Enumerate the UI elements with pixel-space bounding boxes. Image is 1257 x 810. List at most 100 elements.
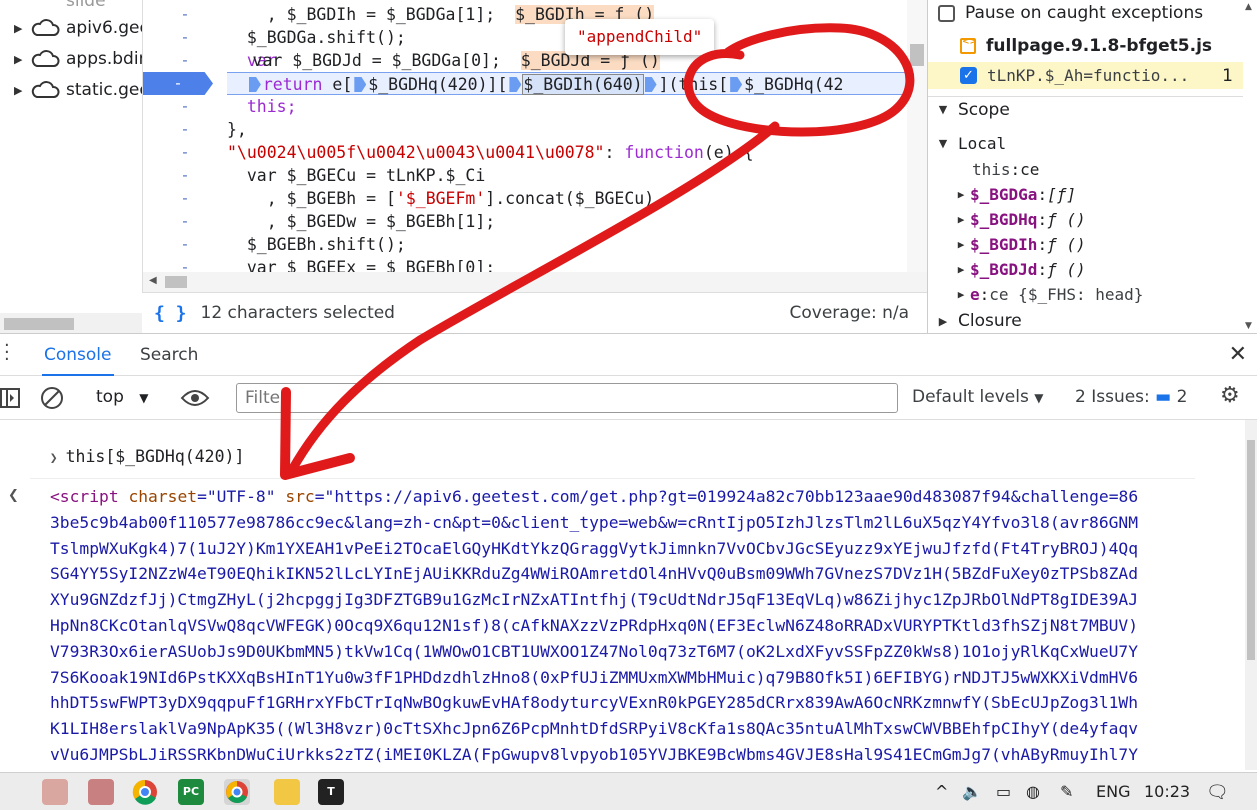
filter-input[interactable]	[236, 383, 898, 413]
scope-var[interactable]: ▶ $_BGDHq: ƒ ()	[928, 206, 1243, 232]
step-marker-icon	[509, 77, 522, 92]
tree-item-apps[interactable]: ▶ apps.bdir	[14, 46, 142, 72]
issues-button[interactable]: 2 Issues: ▬ 2	[1075, 387, 1187, 407]
line-gutter[interactable]: - - - - - - - - - - - -	[143, 0, 227, 276]
script-file-icon	[960, 37, 977, 54]
current-line-breakpoint-marker[interactable]: -	[143, 72, 213, 95]
user-avatar-app-icon[interactable]	[42, 779, 68, 805]
result-line: vVu6JMPSbLJiRSSRKbnDWuCiUrkks2zTZ(iMEI0K…	[50, 745, 1139, 764]
result-line: 7S6Kooak19NId6PstKXXqBsHInT1Yu0w3fF1PHDd…	[50, 667, 1139, 687]
file-explorer-icon[interactable]	[274, 779, 300, 805]
scope-var[interactable]: ▶ e: ce {$_FHS: head}	[928, 281, 1243, 307]
log-levels-dropdown[interactable]: Default levels ▼	[912, 387, 1043, 407]
step-marker-icon	[730, 77, 743, 92]
code-editor[interactable]: - - - - - - - - - - - - , $_BGDIh = $_BG…	[142, 0, 927, 292]
sidebar-toggle-icon[interactable]	[0, 388, 22, 408]
editor-status-bar: { } 12 characters selected Coverage: n/a	[142, 292, 927, 333]
result-chevron-icon: ❮	[8, 488, 19, 503]
expand-arrow-icon[interactable]: ▶	[14, 53, 30, 66]
file-tree: slide ▶ apiv6.gee ▶ apps.bdir ▶ static.g…	[0, 0, 142, 333]
result-line: XYu9GNZdzfJj)CtmgZHyL(j2hcpggjIg3DFZTGB9…	[50, 590, 1139, 610]
code-line: , $_BGEBh = ['$_BGEFm'].concat($_BGECu)	[227, 189, 655, 208]
step-marker-icon	[644, 77, 657, 92]
result-line: K1LIH8erslaklVa9NpApK35((Wl3H8vzr)0cTtSX…	[50, 719, 1139, 739]
code-line: $_BGEBh.shift();	[227, 235, 406, 254]
eye-icon[interactable]	[180, 388, 210, 408]
user-avatar-app-icon[interactable]	[88, 779, 114, 805]
text-app-icon[interactable]: T	[318, 779, 344, 805]
expand-arrow-icon[interactable]: ▶	[14, 22, 30, 35]
dropdown-arrow-icon: ▼	[1034, 391, 1044, 405]
pause-caught-checkbox[interactable]	[938, 4, 955, 22]
debugger-sidebar: Pause on caught exceptions fullpage.9.1.…	[927, 0, 1257, 333]
more-tabs-icon[interactable]: · · ·	[4, 337, 10, 369]
pycharm-icon[interactable]: PC	[178, 779, 204, 805]
tree-horizontal-scrollbar[interactable]	[0, 313, 142, 333]
code-line: this;	[227, 97, 297, 116]
chrome-icon[interactable]	[132, 779, 158, 805]
result-line: 3be5c9b4ab00f110577e98786cc9ec&lang=zh-c…	[50, 512, 1139, 532]
result-line: TslmpWXuKgk4)7(1uJ2Y)Km1YXEAH1vPeEi2TOca…	[50, 538, 1139, 558]
scope-var[interactable]: ▶ $_BGDJd: ƒ ()	[928, 256, 1243, 282]
editor-horizontal-scrollbar[interactable]: ◀	[143, 272, 927, 292]
globe-icon[interactable]: ◍	[1026, 782, 1040, 801]
gear-icon[interactable]: ⚙	[1220, 383, 1240, 408]
chrome-active-icon[interactable]	[224, 779, 250, 805]
input-language[interactable]: ENG	[1096, 782, 1130, 801]
expand-arrow-icon: ▶	[957, 187, 965, 201]
scope-section-header[interactable]: ▼ Scope	[928, 96, 1243, 122]
console-vertical-scrollbar[interactable]	[1245, 420, 1257, 770]
scope-var[interactable]: ▶ $_BGDGa: [ƒ]	[928, 181, 1243, 207]
prompt-chevron-icon: ❯	[49, 451, 58, 466]
battery-icon[interactable]: ▭	[996, 782, 1011, 801]
selection-status: 12 characters selected	[200, 303, 395, 323]
expand-arrow-icon[interactable]: ▶	[14, 84, 30, 97]
expand-arrow-icon: ▶	[957, 237, 965, 251]
code-line: },	[227, 120, 247, 139]
drawer-tab-bar: · · · Console Search ✕	[0, 333, 1257, 376]
tray-chevron-icon[interactable]: ^	[935, 782, 948, 801]
sidebar-vertical-scrollbar[interactable]: ▲ ▼	[1243, 0, 1257, 333]
collapse-arrow-icon: ▼	[938, 136, 948, 150]
pause-caught-exceptions-row[interactable]: Pause on caught exceptions	[928, 0, 1243, 26]
hover-value-tooltip: "appendChild"	[565, 19, 715, 55]
clear-console-icon[interactable]	[40, 386, 64, 410]
step-marker-icon	[354, 77, 367, 92]
tab-console[interactable]: Console	[42, 334, 114, 376]
tree-item-slide[interactable]: slide	[14, 0, 106, 14]
local-scope-header[interactable]: ▼ Local	[928, 130, 1243, 156]
tab-search[interactable]: Search	[140, 334, 198, 376]
cloud-icon	[31, 19, 60, 36]
expand-arrow-icon: ▶	[957, 262, 965, 276]
collapse-arrow-icon: ▼	[938, 103, 948, 116]
pretty-print-icon[interactable]: { }	[154, 303, 187, 324]
editor-vertical-scrollbar[interactable]	[907, 0, 927, 272]
breakpoint-file-row[interactable]: fullpage.9.1.8-bfget5.js	[928, 33, 1243, 59]
pen-icon[interactable]: ✎	[1060, 782, 1073, 801]
code-line: $_BGDGa.shift();	[227, 28, 406, 47]
breakpoint-item[interactable]: ✓ tLnKP.$_Ah=functio... 1	[928, 62, 1243, 89]
breakpoint-checkbox[interactable]: ✓	[960, 67, 977, 84]
context-selector[interactable]: top ▼	[96, 387, 149, 407]
cloud-icon	[31, 81, 60, 98]
cloud-icon	[31, 50, 60, 67]
tree-item-apiv6[interactable]: ▶ apiv6.gee	[14, 15, 142, 41]
tree-item-static[interactable]: ▶ static.gee	[14, 77, 142, 103]
clock[interactable]: 10:23	[1144, 782, 1190, 801]
scope-var-this[interactable]: this: ce	[928, 156, 1243, 182]
volume-icon[interactable]: 🔈	[962, 782, 982, 801]
result-line: V793R3Ox6ierASUobJs9D0UKbmMN5)tkVw1Cq(1W…	[50, 641, 1139, 661]
code-line: "\u0024\u005f\u0042\u0043\u0041\u0078": …	[227, 143, 754, 162]
code-line: var $_BGECu = tLnKP.$_Ci	[227, 166, 486, 185]
console-output[interactable]: ❯ this[$_BGDHq(420)] ❮ <script charset="U…	[0, 420, 1245, 770]
scope-var[interactable]: ▶ $_BGDIh: ƒ ()	[928, 231, 1243, 257]
dropdown-arrow-icon: ▼	[139, 391, 149, 405]
close-drawer-icon[interactable]: ✕	[1229, 342, 1247, 367]
expand-arrow-icon: ▶	[938, 314, 948, 328]
closure-scope-header[interactable]: ▶ Closure	[928, 308, 1243, 333]
result-line: SG4YY5SyI2NZzW4eT90EQhikIKN52lLcLYInEjAU…	[50, 564, 1139, 584]
notification-icon[interactable]: 🗨	[1206, 782, 1229, 803]
selected-expression: $_BGDIh(640)	[522, 74, 644, 95]
result-line: <script charset="UTF-8" src="https://api…	[50, 487, 1139, 506]
coverage-status: Coverage: n/a	[789, 303, 910, 323]
